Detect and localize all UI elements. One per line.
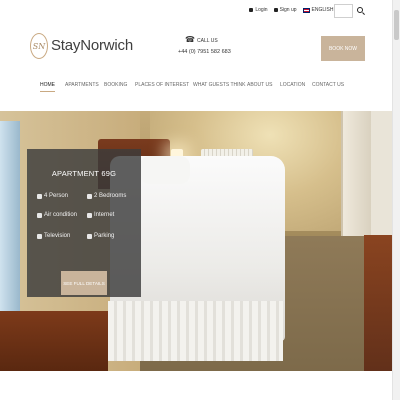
feature-television: Television — [37, 233, 70, 239]
logo-mark[interactable]: SN — [30, 33, 48, 59]
page-scrollbar[interactable] — [392, 0, 400, 400]
feature-bedrooms: 2 Bedrooms — [87, 193, 126, 199]
lock-icon — [249, 8, 254, 12]
nav-item-location[interactable]: LOCATION — [280, 82, 305, 88]
apartment-info-card: APARTMENT 69G 4 Person 2 Bedrooms Air co… — [27, 149, 141, 297]
search-input[interactable] — [334, 4, 353, 18]
top-utility-bar: Login Sign up ENGLISH ▾ — [0, 4, 392, 20]
signup-link[interactable]: Sign up — [273, 7, 297, 13]
feature-label: 2 Bedrooms — [94, 193, 127, 199]
see-full-details-button[interactable]: SEE FULL DETAILS — [61, 271, 107, 295]
nav-item-about-us[interactable]: ABOUT US — [247, 82, 272, 88]
air-condition-icon — [37, 212, 42, 218]
bed-icon — [87, 193, 92, 199]
language-label: ENGLISH — [311, 7, 334, 13]
feature-parking: Parking — [87, 233, 114, 239]
feature-label: Television — [44, 233, 71, 239]
phone-icon: ☎ — [185, 35, 195, 44]
pillow — [140, 156, 190, 184]
phone-number[interactable]: +44 (0) 7951 582 683 — [178, 49, 231, 55]
scroll-thumb[interactable] — [394, 10, 399, 40]
language-selector[interactable]: ENGLISH ▾ — [302, 7, 338, 13]
apartment-title: APARTMENT 69G — [51, 169, 117, 178]
nightstand-right — [364, 235, 392, 371]
feature-label: Parking — [94, 233, 115, 239]
book-now-button[interactable]: BOOK NOW — [321, 36, 365, 61]
feature-person: 4 Person — [37, 193, 68, 199]
login-link[interactable]: Login — [249, 7, 268, 13]
nav-item-booking[interactable]: BOOKING — [104, 82, 127, 88]
wifi-icon — [87, 212, 92, 218]
uk-flag-icon — [302, 7, 310, 13]
logo-mark-text: SN — [32, 41, 46, 51]
television-icon — [37, 233, 42, 239]
nav-item-contact-us[interactable]: CONTACT US — [312, 82, 344, 88]
feature-air-condition: Air condition — [37, 212, 77, 218]
nav-item-home[interactable]: HOME — [40, 82, 55, 92]
call-us-label: CALL US — [197, 38, 218, 44]
feature-label: Air condition — [44, 212, 78, 218]
search-icon[interactable] — [357, 7, 363, 13]
person-icon — [37, 193, 42, 199]
bed-skirt — [108, 301, 283, 361]
nav-item-apartments[interactable]: APARTMENTS — [65, 82, 99, 88]
nav-item-places-of-interest[interactable]: PLACES OF INTEREST — [135, 82, 189, 88]
feature-internet: Internet — [87, 212, 114, 218]
signup-label: Sign up — [279, 7, 297, 13]
site-logo[interactable]: StayNorwich — [51, 37, 133, 54]
feature-label: 4 Person — [44, 193, 69, 199]
user-icon — [273, 8, 278, 12]
login-label: Login — [255, 7, 268, 13]
feature-label: Internet — [94, 212, 115, 218]
nav-item-what-guests-think[interactable]: WHAT GUESTS THINK — [193, 82, 246, 88]
nightstand-left — [0, 311, 108, 371]
parking-icon — [87, 233, 92, 239]
